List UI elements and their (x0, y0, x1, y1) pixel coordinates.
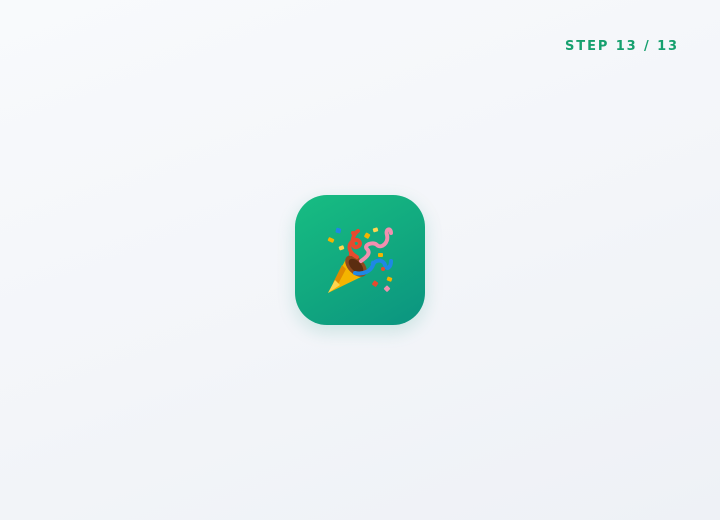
party-popper-icon (327, 227, 393, 293)
celebration-tile (295, 195, 425, 325)
step-indicator: STEP 13 / 13 (565, 39, 679, 54)
